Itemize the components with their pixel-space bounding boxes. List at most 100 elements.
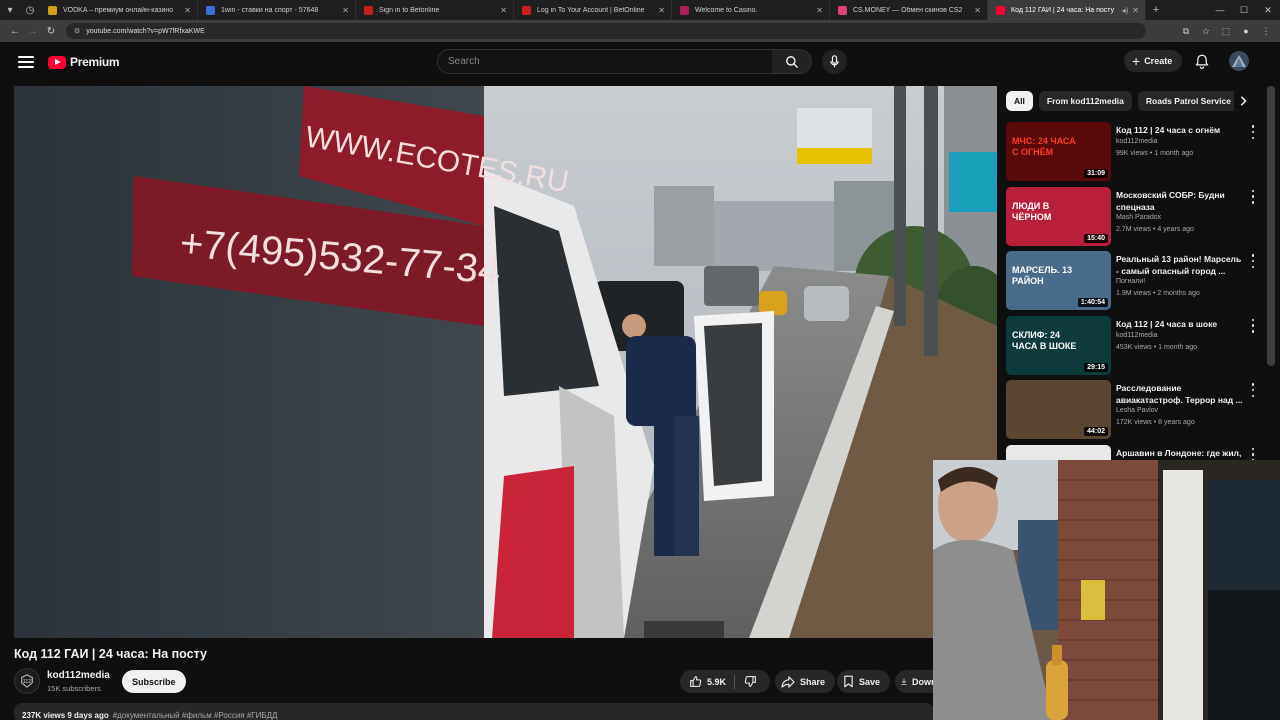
- recommended-channel[interactable]: kod112media: [1116, 332, 1158, 339]
- video-thumbnail[interactable]: ЛЮДИ В ЧЁРНОМ 15:40: [1006, 186, 1111, 246]
- video-thumbnail[interactable]: МАРСЕЛЬ. 13 РАЙОН 1:40:54: [1006, 251, 1111, 310]
- bookmark-star-icon[interactable]: ☆: [1198, 26, 1214, 37]
- youtube-header: Premium + Create: [0, 42, 1280, 82]
- maximize-icon[interactable]: ☐: [1232, 0, 1256, 20]
- voice-search-button[interactable]: [822, 49, 847, 74]
- recommended-video[interactable]: ЛЮДИ В ЧЁРНОМ 15:40 Московский СОБР: Будни…: [1006, 186, 1270, 247]
- recommended-video[interactable]: МЧС: 24 ЧАСА С ОГНЁМ 31:09 Код 112 | 24 ча…: [1006, 122, 1270, 182]
- video-thumbnail[interactable]: МЧС: 24 ЧАСА С ОГНЁМ 31:09: [1006, 122, 1111, 181]
- recommended-title[interactable]: Код 112 | 24 часа в шоке: [1116, 318, 1244, 330]
- tab-close-icon[interactable]: ✕: [816, 6, 823, 15]
- thumbnail-text: СКЛИФ: 24 ЧАСА В ШОКЕ: [1012, 329, 1077, 351]
- recommended-title[interactable]: Код 112 | 24 часа с огнём: [1116, 124, 1244, 136]
- recommended-video[interactable]: 44:02 Расследование авиакатастроф. Террор…: [1006, 380, 1270, 440]
- like-button[interactable]: 5.9K: [680, 670, 734, 693]
- webcam-overlay: [933, 460, 1280, 720]
- video-thumbnail[interactable]: СКЛИФ: 24 ЧАСА В ШОКЕ 29:15: [1006, 315, 1111, 375]
- tab-close-icon[interactable]: ✕: [974, 6, 981, 15]
- tab-title: VODKA – премиум онлайн-казино: [63, 6, 174, 14]
- tab-search-icon[interactable]: ▾: [0, 0, 20, 20]
- tab-close-icon[interactable]: ✕: [500, 6, 507, 15]
- video-thumbnail[interactable]: 44:02: [1006, 380, 1111, 439]
- recommended-title[interactable]: Расследование авиакатастроф. Террор над …: [1116, 382, 1244, 406]
- plus-icon: +: [1132, 53, 1141, 69]
- site-info-icon[interactable]: ⚙: [74, 27, 80, 35]
- channel-name[interactable]: kod112media: [47, 670, 110, 681]
- browser-tab[interactable]: Welcome to Casino. ✕: [672, 0, 830, 20]
- extensions-icon[interactable]: ⬚: [1218, 26, 1234, 37]
- recommended-video[interactable]: МАРСЕЛЬ. 13 РАЙОН 1:40:54 Реальный 13 райо…: [1006, 251, 1270, 311]
- more-actions-icon[interactable]: [1250, 318, 1256, 333]
- share-button[interactable]: Share: [775, 670, 836, 693]
- more-actions-icon[interactable]: [1250, 125, 1256, 139]
- dislike-button[interactable]: [735, 670, 765, 693]
- open-in-app-icon[interactable]: ⧉: [1178, 26, 1194, 37]
- description-stats: 237K views 9 days ago: [22, 711, 109, 720]
- recommended-title[interactable]: Московский СОБР: Будни спецназа: [1116, 189, 1244, 213]
- duration-badge: 44:02: [1084, 427, 1108, 436]
- page-scrollbar[interactable]: [1267, 86, 1275, 366]
- browser-tab[interactable]: CS.MONEY — Обмен скинов CS2 ✕: [830, 0, 988, 20]
- search-input[interactable]: [448, 56, 762, 67]
- recommended-channel[interactable]: Погнали!: [1116, 278, 1145, 285]
- browser-menu-icon[interactable]: ⋮: [1258, 26, 1274, 37]
- address-bar[interactable]: ⚙ youtube.com/watch?v=pW7fRfxaKWE: [66, 23, 1146, 39]
- browser-tab[interactable]: Код 112 ГАИ | 24 часа: На посту ◂) ✕: [988, 0, 1146, 20]
- duration-badge: 31:09: [1084, 169, 1108, 178]
- close-window-icon[interactable]: ✕: [1256, 0, 1280, 20]
- thumbs-up-icon: [690, 676, 702, 687]
- video-player[interactable]: WWW.ECOTES.RU +7(495)532-77-34: [14, 86, 997, 638]
- new-tab-button[interactable]: +: [1146, 4, 1166, 16]
- chips-next-button[interactable]: [1234, 92, 1252, 110]
- filter-chip[interactable]: From kod112media: [1038, 91, 1132, 111]
- description-hashtags[interactable]: #документальный #фильм #Россия #ГИБДД: [113, 711, 278, 720]
- svg-text:112: 112: [23, 679, 31, 685]
- more-actions-icon[interactable]: [1250, 189, 1256, 204]
- back-icon[interactable]: ←: [6, 26, 24, 37]
- filter-chips: All From kod112media Roads Patrol Service: [1006, 91, 1250, 113]
- tab-favicon-icon: [522, 5, 531, 15]
- recommended-channel[interactable]: Mash Paradox: [1116, 214, 1161, 221]
- save-button[interactable]: Save: [837, 670, 891, 693]
- thumbnail-text: МЧС: 24 ЧАСА С ОГНЁМ: [1012, 136, 1076, 157]
- tab-favicon-icon: [680, 5, 689, 15]
- more-actions-icon[interactable]: [1250, 383, 1256, 397]
- tab-close-icon[interactable]: ✕: [342, 6, 349, 15]
- minimize-icon[interactable]: —: [1208, 0, 1232, 20]
- channel-avatar[interactable]: 112: [14, 668, 40, 694]
- browser-tab[interactable]: VODKA – премиум онлайн-казино ✕: [40, 0, 198, 20]
- youtube-logo[interactable]: Premium: [48, 53, 120, 71]
- recommended-channel[interactable]: kod112media: [1116, 138, 1158, 145]
- tab-strip: VODKA – премиум онлайн-казино ✕ 1win - ста…: [40, 0, 1146, 20]
- create-button[interactable]: + Create: [1124, 50, 1183, 72]
- reload-icon[interactable]: ↻: [42, 26, 60, 37]
- profile-icon[interactable]: ●: [1238, 26, 1254, 37]
- tab-close-icon[interactable]: ✕: [658, 6, 665, 15]
- browser-tab[interactable]: 1win - ставки на спорт - 57648 ✕: [198, 0, 356, 20]
- subscriber-count: 15K subscribers: [47, 684, 101, 693]
- tab-favicon-icon: [364, 5, 373, 15]
- webcam-feed: [933, 460, 1280, 720]
- tab-close-icon[interactable]: ✕: [184, 6, 191, 15]
- tab-history-icon[interactable]: ◷: [20, 0, 40, 20]
- account-avatar[interactable]: [1229, 51, 1249, 71]
- browser-tab[interactable]: Log in To Your Account | BetOnline ✕: [514, 0, 672, 20]
- recommended-video[interactable]: СКЛИФ: 24 ЧАСА В ШОКЕ 29:15 Код 112 | 24 ч…: [1006, 315, 1270, 376]
- tab-title: CS.MONEY — Обмен скинов CS2: [853, 6, 963, 14]
- browser-tab[interactable]: Sign in to Betonline ✕: [356, 0, 514, 20]
- description-box[interactable]: 237K views 9 days ago #документальный #фи…: [14, 703, 934, 720]
- filter-chip[interactable]: All: [1006, 91, 1033, 111]
- subscribe-button[interactable]: Subscribe: [122, 670, 186, 693]
- tab-close-icon[interactable]: ✕: [1132, 6, 1139, 15]
- tab-audio-icon[interactable]: ◂): [1122, 6, 1129, 15]
- notifications-bell-icon[interactable]: [1193, 52, 1211, 70]
- recommended-channel[interactable]: Lesha Pavlov: [1116, 407, 1158, 414]
- guide-menu-icon[interactable]: [16, 52, 36, 72]
- filter-chip[interactable]: Roads Patrol Service: [1137, 91, 1239, 111]
- youtube-play-icon: [48, 55, 66, 69]
- search-button[interactable]: [772, 49, 812, 74]
- more-actions-icon[interactable]: [1250, 254, 1256, 268]
- recommended-title[interactable]: Реальный 13 район! Марсель - самый опасн…: [1116, 253, 1244, 277]
- forward-icon[interactable]: →: [24, 26, 42, 37]
- tab-title: Log in To Your Account | BetOnline: [537, 6, 645, 14]
